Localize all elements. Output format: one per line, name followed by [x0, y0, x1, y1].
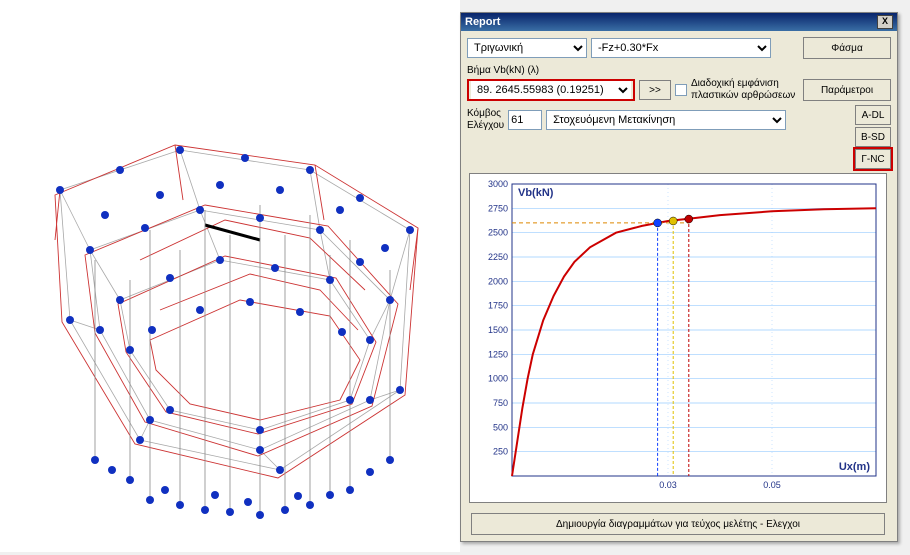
- spectrum-button[interactable]: Φάσμα: [803, 37, 891, 59]
- svg-text:750: 750: [493, 398, 508, 408]
- load-combo-select[interactable]: -Fz+0.30*Fx: [591, 38, 771, 58]
- control-node-label: Κόμβος Ελέγχου: [467, 108, 504, 132]
- svg-text:Vb(kN): Vb(kN): [518, 187, 554, 199]
- step-select[interactable]: 89. 2645.55983 (0.19251): [471, 81, 631, 99]
- titlebar: Report X: [461, 13, 897, 31]
- step-label: Βήμα Vb(kN) (λ): [467, 65, 891, 76]
- displacement-mode-select[interactable]: Στοχευόμενη Μετακίνηση: [546, 110, 786, 130]
- svg-text:1250: 1250: [488, 349, 508, 359]
- svg-text:1750: 1750: [488, 301, 508, 311]
- structure-3d-viewport[interactable]: [0, 0, 460, 552]
- step-value-box: 89. 2645.55983 (0.19251): [467, 79, 635, 101]
- svg-text:Ux(m): Ux(m): [839, 461, 871, 473]
- svg-text:2750: 2750: [488, 203, 508, 213]
- pushover-chart: 250 500 750 1000 1250 1500 1750 2000 2250 2500 275…: [469, 173, 887, 503]
- svg-text:2500: 2500: [488, 228, 508, 238]
- next-step-button[interactable]: >>: [639, 80, 671, 100]
- distribution-select[interactable]: Τριγωνική: [467, 38, 587, 58]
- level-b-button[interactable]: B-SD: [855, 127, 891, 147]
- structure-svg: [0, 0, 460, 552]
- svg-text:2000: 2000: [488, 276, 508, 286]
- svg-text:2250: 2250: [488, 252, 508, 262]
- sequential-label: Διαδοχική εμφάνιση πλαστικών αρθρώσεων: [691, 78, 795, 102]
- create-diagrams-button[interactable]: Δημιουργία διαγραμμάτων για τεύχος μελέτ…: [471, 513, 885, 535]
- svg-text:500: 500: [493, 422, 508, 432]
- level-a-button[interactable]: A-DL: [855, 105, 891, 125]
- svg-text:1000: 1000: [488, 374, 508, 384]
- report-dialog: Report X Τριγωνική -Fz+0.30*Fx Φάσμα Βήμ…: [460, 12, 898, 542]
- control-node-input[interactable]: [508, 110, 542, 130]
- svg-text:0.05: 0.05: [763, 480, 781, 490]
- window-title: Report: [465, 16, 500, 28]
- svg-text:250: 250: [493, 447, 508, 457]
- close-button[interactable]: X: [877, 15, 893, 29]
- chart-svg: 250 500 750 1000 1250 1500 1750 2000 2250 2500 275…: [470, 174, 888, 504]
- params-button[interactable]: Παράμετροι: [803, 79, 891, 101]
- svg-text:1500: 1500: [488, 325, 508, 335]
- level-c-button[interactable]: Γ-NC: [855, 149, 891, 169]
- sequential-checkbox[interactable]: [675, 84, 687, 96]
- svg-text:0.03: 0.03: [659, 480, 677, 490]
- svg-text:3000: 3000: [488, 179, 508, 189]
